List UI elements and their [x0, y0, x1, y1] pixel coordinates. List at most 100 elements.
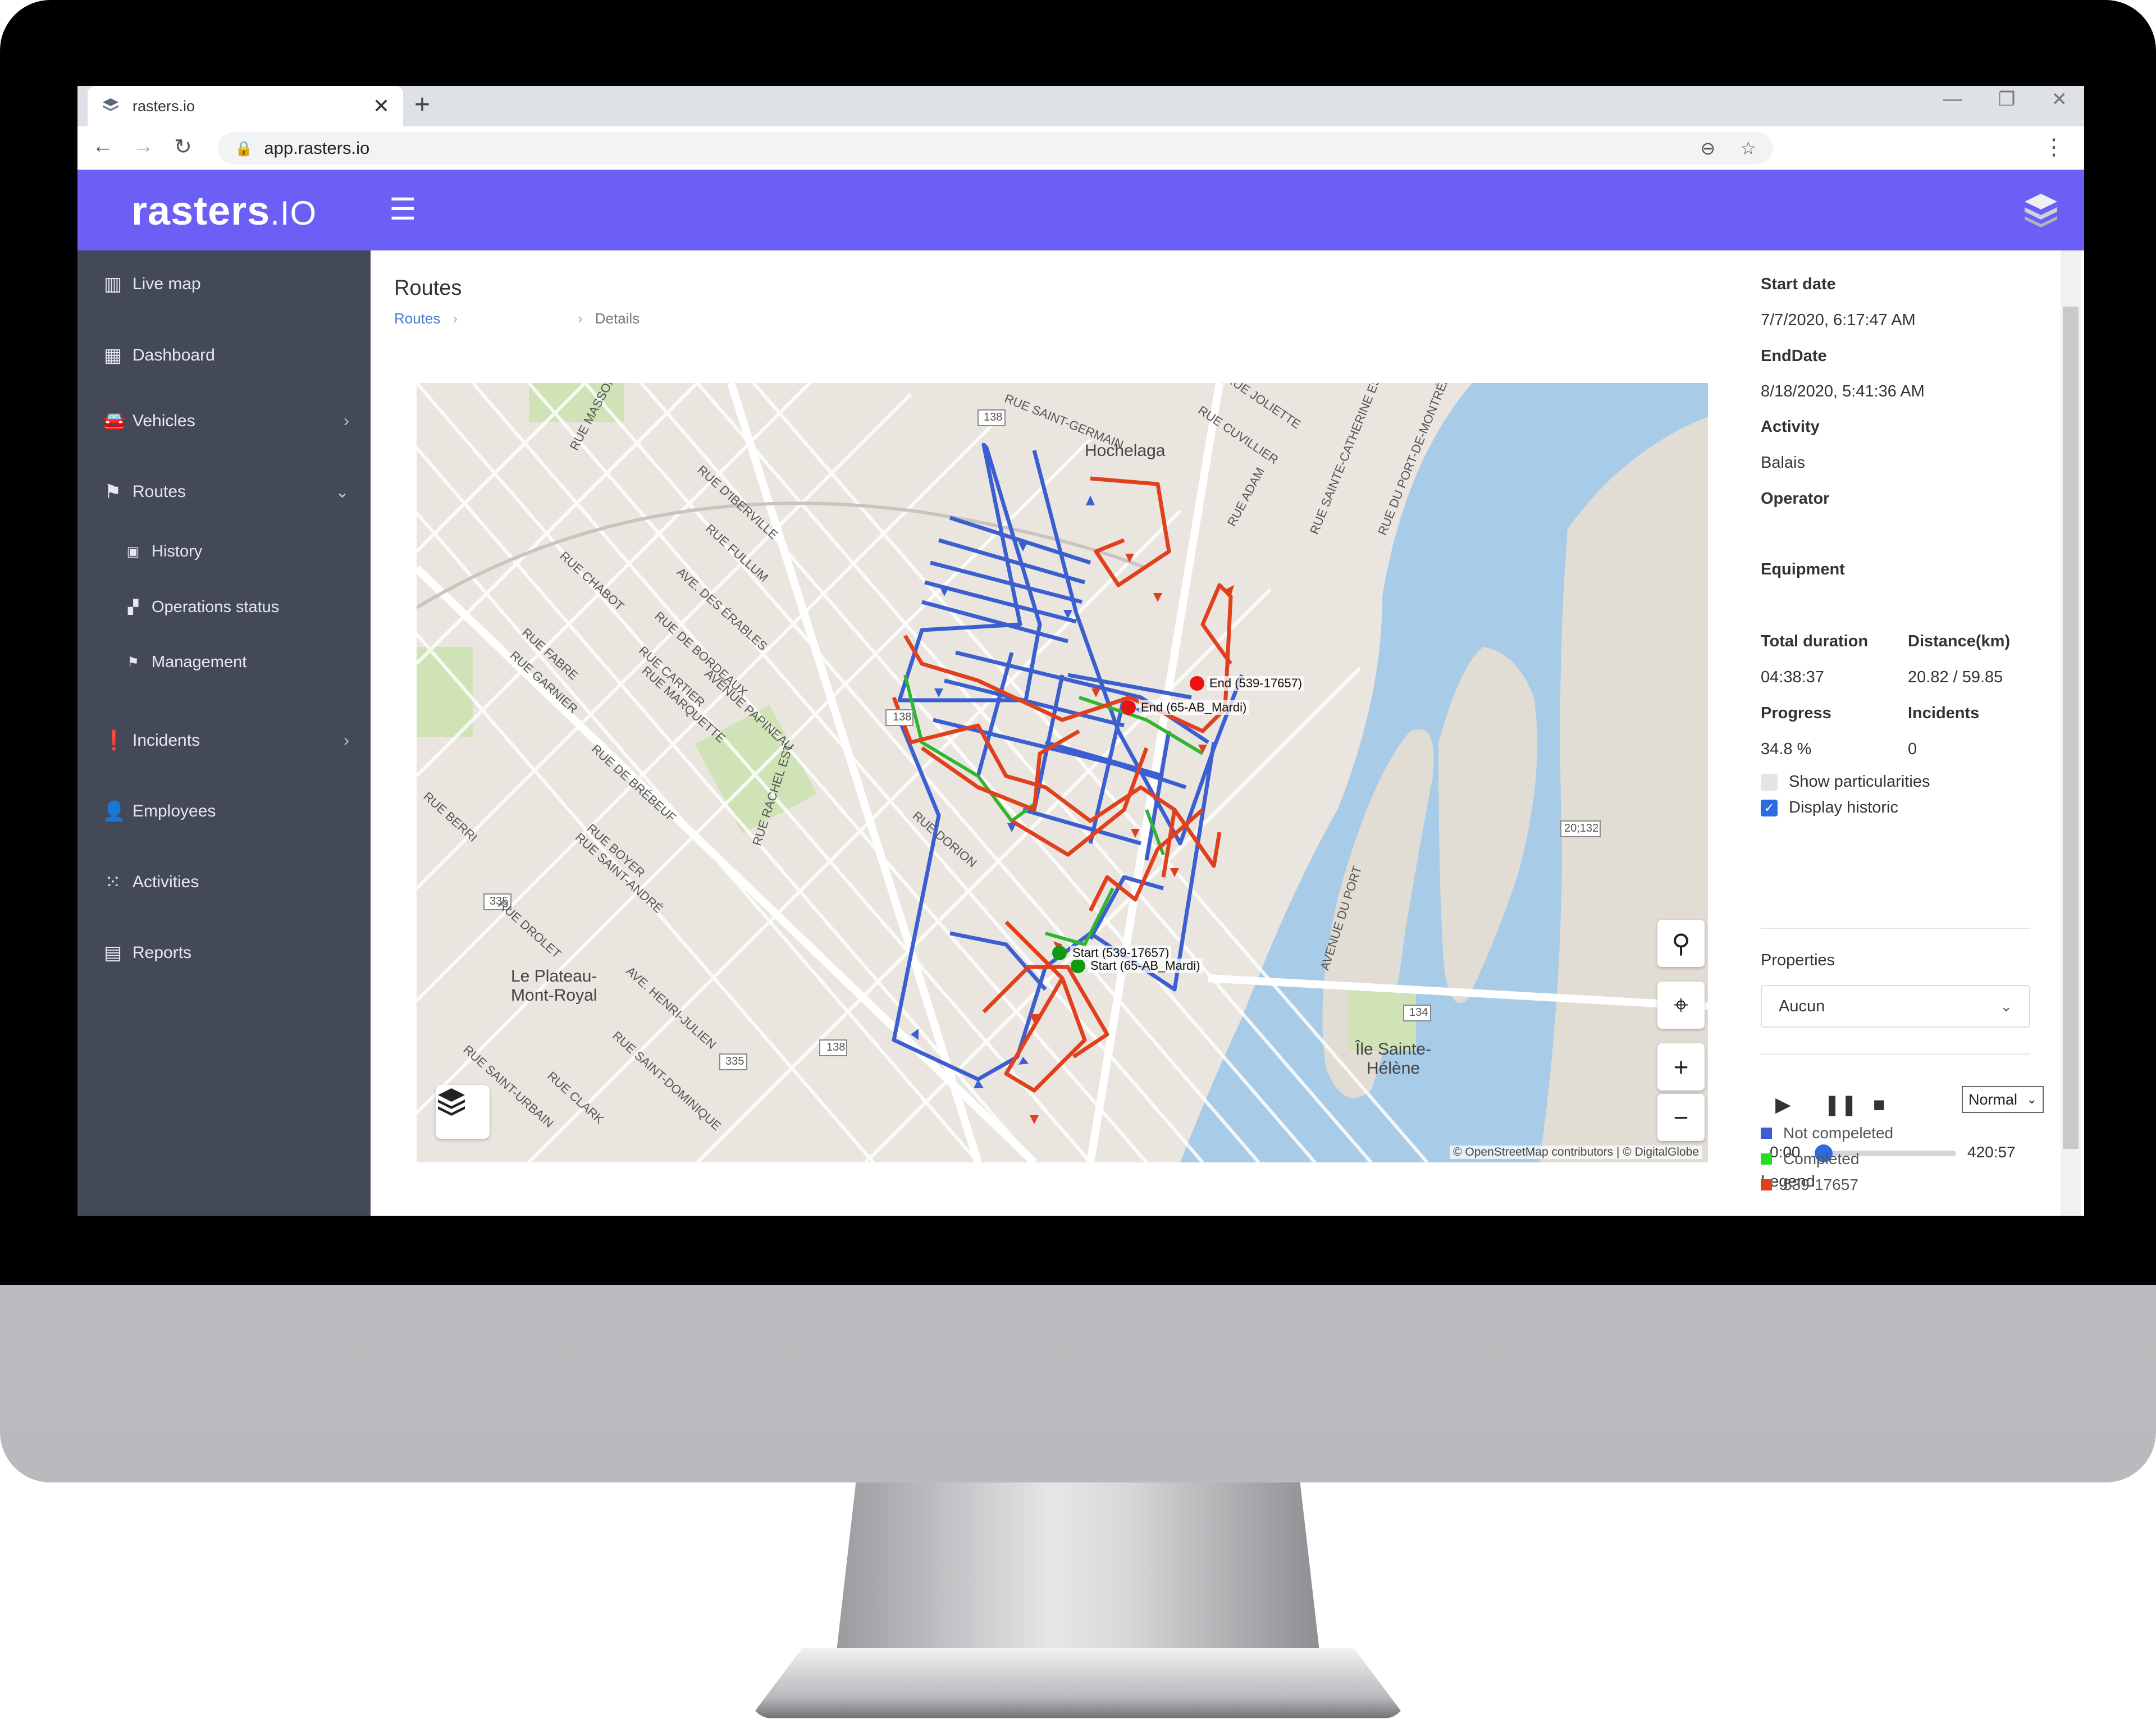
sidebar-subitem-history[interactable]: ▣ History — [125, 542, 203, 561]
breadcrumb-gap — [470, 310, 565, 327]
zoom-icon[interactable]: ⊖ — [1701, 138, 1716, 159]
speed-value: Normal — [1968, 1091, 2018, 1108]
breadcrumb-routes[interactable]: Routes — [394, 310, 440, 327]
locate-button[interactable]: ⌖ — [1657, 982, 1705, 1029]
distance-value: 20.82 / 59.85 — [1908, 668, 2003, 686]
start-marker-65[interactable] — [1071, 959, 1085, 973]
close-window-button[interactable]: ✕ — [2052, 88, 2068, 111]
sidebar-subitem-label: History — [152, 542, 203, 560]
panel-divider — [1761, 928, 2030, 929]
checkbox-box[interactable] — [1761, 773, 1778, 791]
app-header: rasters.IO ☰ — [77, 170, 2084, 250]
forward-arrow-icon[interactable]: → — [133, 134, 154, 158]
route-map[interactable]: Hochelaga Le Plateau- Mont-Royal Île Sai… — [417, 383, 1708, 1162]
chevron-down-icon: ⌄ — [335, 482, 349, 501]
sidebar-item-live-map[interactable]: ▥ Live map — [102, 273, 349, 295]
map-label-ile-sainte-helene: Île Sainte- Hélène — [1355, 1040, 1432, 1078]
bookmark-star-icon[interactable]: ☆ — [1740, 138, 1756, 159]
sidebar-item-incidents[interactable]: ❗ Incidents › — [102, 729, 349, 752]
legend-swatch — [1761, 1179, 1772, 1190]
show-particularities-checkbox[interactable]: Show particularities — [1761, 773, 1930, 791]
new-tab-button[interactable]: + — [414, 89, 430, 120]
progress-value: 34.8 % — [1761, 740, 1812, 758]
map-attribution[interactable]: © OpenStreetMap contributors | © Digital… — [1450, 1146, 1702, 1159]
map-icon: ▥ — [103, 273, 122, 295]
legend-item-vehicle: 539-17657 — [1761, 1176, 1858, 1194]
route-shield-label: 335 — [725, 1055, 744, 1067]
map-canvas[interactable] — [417, 383, 1708, 1162]
sidebar-subitem-operations-status[interactable]: ▞ Operations status — [125, 598, 280, 617]
browser-tab[interactable]: rasters.io ✕ — [88, 86, 403, 126]
legend-label: 539-17657 — [1783, 1176, 1858, 1193]
sidebar-item-routes[interactable]: ⚑ Routes ⌄ — [102, 481, 349, 503]
signpost-icon: ⚑ — [104, 481, 122, 503]
park — [417, 647, 473, 737]
start-marker-539[interactable] — [1052, 946, 1067, 960]
stop-button[interactable]: ■ — [1873, 1093, 1885, 1116]
sidebar-subitem-label: Management — [152, 653, 247, 671]
minimize-button[interactable]: — — [1943, 88, 1962, 111]
monitor-foot — [750, 1648, 1406, 1718]
chevron-right-icon: › — [344, 731, 349, 750]
main-content: Routes Routes › › Details Hochelaga Le P… — [371, 250, 2084, 1216]
sidebar-item-reports[interactable]: ▤ Reports — [102, 942, 349, 964]
sidebar-item-employees[interactable]: 👤 Employees — [102, 800, 349, 823]
route-shield-label: 20;132 — [1564, 822, 1599, 834]
map-label-plateau: Le Plateau- Mont-Royal — [511, 967, 597, 1005]
start-marker-65-label: Start (65-AB_Mardi) — [1088, 959, 1203, 973]
url-text[interactable]: app.rasters.io — [264, 138, 1675, 158]
zoom-in-button[interactable]: + — [1657, 1043, 1705, 1091]
display-historic-checkbox[interactable]: ✓ Display historic — [1761, 799, 1898, 817]
brand-logo[interactable]: rasters.IO — [131, 188, 317, 234]
reload-icon[interactable]: ↻ — [174, 134, 192, 159]
browser-menu-icon[interactable]: ⋮ — [2043, 134, 2065, 160]
sidebar-item-label: Reports — [133, 943, 192, 962]
end-marker-65[interactable] — [1121, 700, 1136, 715]
activity-label: Activity — [1761, 418, 1820, 436]
end-date-value: 8/18/2020, 5:41:36 AM — [1761, 382, 1925, 400]
sidebar-item-activities[interactable]: ⁙ Activities — [102, 871, 349, 893]
sidebar-item-label: Live map — [133, 275, 201, 293]
zoom-to-extent-button[interactable]: ⚲ — [1657, 920, 1705, 967]
zoom-out-button[interactable]: − — [1657, 1094, 1705, 1141]
sidebar-item-label: Vehicles — [133, 412, 195, 430]
sidebar-subitem-management[interactable]: ⚑ Management — [125, 653, 246, 672]
sidebar: ▥ Live map ▦ Dashboard 🚘 Vehicles › ⚑ Ro… — [77, 250, 371, 1216]
road-icon: ▞ — [127, 600, 139, 615]
progress-label: Progress — [1761, 704, 1831, 722]
chevron-right-icon: › — [344, 412, 349, 430]
route-shield-label: 138 — [826, 1041, 846, 1053]
panel-divider — [1761, 1053, 2030, 1055]
end-marker-539[interactable] — [1190, 676, 1204, 691]
breadcrumb-separator-icon: › — [453, 310, 458, 327]
legend: Not compeleted Completed 539-17657 — [1761, 1124, 2041, 1208]
route-details-panel: Start date 7/7/2020, 6:17:47 AM EndDate … — [1761, 250, 2044, 1216]
route-shield-label: 138 — [984, 411, 1003, 423]
map-layers-button[interactable] — [436, 1085, 490, 1139]
hamburger-menu-icon[interactable]: ☰ — [389, 191, 416, 227]
legend-item-completed: Completed — [1761, 1150, 1859, 1168]
incidents-label: Incidents — [1908, 704, 1980, 722]
play-button[interactable]: ▶ — [1775, 1093, 1791, 1116]
screen: rasters.io ✕ + — ❐ ✕ ← → ↻ 🔒 app.rasters… — [77, 86, 2084, 1216]
back-arrow-icon[interactable]: ← — [92, 134, 113, 158]
properties-label: Properties — [1761, 951, 1835, 969]
tab-close-icon[interactable]: ✕ — [373, 94, 390, 118]
omnibox[interactable]: 🔒 app.rasters.io ⊖ ☆ — [218, 132, 1773, 165]
checkbox-checked-icon[interactable]: ✓ — [1761, 799, 1778, 816]
lock-icon: 🔒 — [235, 139, 253, 157]
sidebar-item-label: Routes — [133, 482, 186, 501]
distance-label: Distance(km) — [1908, 632, 2011, 650]
sidebar-item-label: Activities — [133, 873, 199, 891]
crosshair-icon: ⌖ — [1674, 990, 1688, 1019]
pause-button[interactable]: ❚❚ — [1824, 1093, 1857, 1116]
sidebar-item-vehicles[interactable]: 🚘 Vehicles › — [102, 410, 349, 432]
scrollbar-thumb[interactable] — [2063, 307, 2079, 1149]
alert-icon: ❗ — [102, 730, 126, 751]
playback-speed-select[interactable]: Normal ⌄ — [1962, 1086, 2044, 1113]
checkbox-label: Display historic — [1789, 799, 1898, 816]
sidebar-item-dashboard[interactable]: ▦ Dashboard — [102, 344, 349, 367]
properties-select[interactable]: Aucun ⌄ — [1761, 985, 2030, 1028]
restore-button[interactable]: ❐ — [1998, 88, 2015, 111]
chevron-down-icon: ⌄ — [2026, 1092, 2037, 1106]
